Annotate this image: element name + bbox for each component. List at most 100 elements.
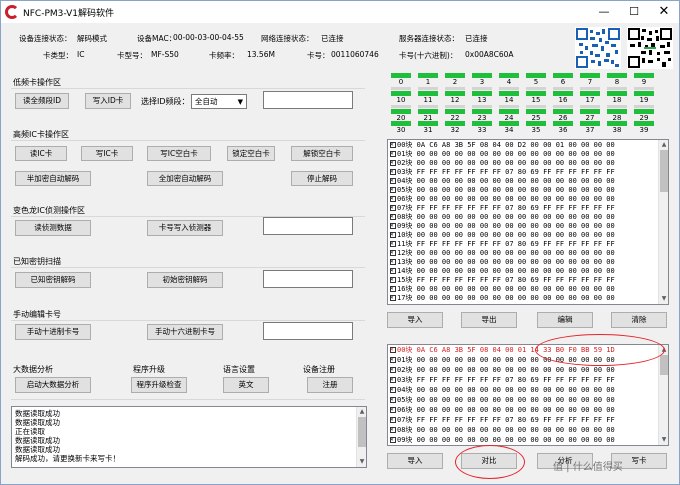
scroll-thumb[interactable] [660, 355, 668, 375]
write-id-card-button[interactable]: 写入ID卡 [85, 93, 131, 109]
block-checkbox[interactable] [390, 140, 396, 150]
known-key-output-field[interactable] [263, 270, 353, 288]
sector-cell[interactable]: 17 [580, 91, 600, 108]
block-checkbox[interactable] [390, 284, 396, 294]
block-checkbox[interactable] [390, 203, 396, 213]
block-row[interactable]: 17块 00 00 00 00 00 00 00 00 00 00 00 00 … [390, 293, 615, 304]
block-checkbox[interactable] [390, 176, 396, 186]
block-row[interactable]: 04块 00 00 00 00 00 00 00 00 00 00 00 00 … [390, 385, 615, 396]
read-ic-card-button[interactable]: 读IC卡 [15, 146, 67, 161]
manual-hex-card-button[interactable]: 手动十六进制卡号 [147, 324, 223, 340]
block-checkbox[interactable] [390, 385, 396, 395]
sector-cell[interactable]: 16 [553, 91, 573, 108]
sector-cell[interactable]: 11 [418, 91, 438, 108]
block-row[interactable]: 07块 FF FF FF FF FF FF FF 07 80 69 FF FF … [390, 415, 615, 426]
full-encrypted-auto-decode-button[interactable]: 全加密自动解码 [147, 171, 223, 186]
sector-cell[interactable]: 32 [445, 121, 465, 135]
scroll-down-icon[interactable]: ▼ [659, 435, 668, 445]
sector-cell[interactable]: 0 [391, 73, 411, 90]
sector-cell[interactable]: 18 [607, 91, 627, 108]
id-freq-select[interactable]: 全自动 ▼ [191, 94, 247, 109]
compare-import-button[interactable]: 导入 [387, 453, 443, 469]
register-button[interactable]: 注册 [307, 377, 353, 393]
sector-cell[interactable]: 9 [634, 73, 654, 90]
read-sniff-data-button[interactable]: 读侦测数据 [15, 220, 91, 236]
sector-cell[interactable]: 35 [526, 121, 546, 135]
block-checkbox[interactable] [390, 435, 396, 445]
block-row[interactable]: 03块 FF FF FF FF FF FF FF 07 80 69 FF FF … [390, 375, 615, 386]
block-checkbox[interactable] [390, 212, 396, 222]
sector-cell[interactable]: 10 [391, 91, 411, 108]
sector-cell[interactable]: 4 [499, 73, 519, 90]
sector-cell[interactable]: 1 [418, 73, 438, 90]
low-freq-output-field[interactable] [263, 91, 353, 109]
sector-cell[interactable]: 37 [580, 121, 600, 135]
block-checkbox[interactable] [390, 230, 396, 240]
sector-cell[interactable]: 39 [634, 121, 654, 135]
sector-cell[interactable]: 38 [607, 121, 627, 135]
sector-cell[interactable]: 13 [472, 91, 492, 108]
initial-key-decode-button[interactable]: 初始密钥解码 [147, 272, 223, 288]
block-checkbox[interactable] [390, 248, 396, 258]
lock-blank-card-button[interactable]: 锁定空白卡 [227, 146, 275, 161]
sector-cell[interactable]: 14 [499, 91, 519, 108]
sector-cell[interactable]: 19 [634, 91, 654, 108]
block-checkbox[interactable] [390, 405, 396, 415]
export-button[interactable]: 导出 [461, 312, 517, 328]
english-language-button[interactable]: 英文 [223, 377, 269, 393]
close-button[interactable]: ✕ [649, 1, 679, 23]
block-checkbox[interactable] [390, 257, 396, 267]
sector-cell[interactable]: 2 [445, 73, 465, 90]
card-data-scrollbar[interactable]: ▲ ▼ [658, 140, 668, 304]
upgrade-check-button[interactable]: 程序升级检查 [131, 377, 187, 393]
start-big-data-analysis-button[interactable]: 启动大数据分析 [15, 377, 91, 393]
block-checkbox[interactable] [390, 355, 396, 365]
chameleon-output-field[interactable] [263, 217, 353, 235]
block-row[interactable]: 02块 00 00 00 00 00 00 00 00 00 00 00 00 … [390, 365, 615, 376]
block-checkbox[interactable] [390, 345, 396, 355]
unlock-blank-card-button[interactable]: 解锁空白卡 [291, 146, 353, 161]
sector-cell[interactable]: 7 [580, 73, 600, 90]
scroll-thumb[interactable] [358, 417, 366, 447]
block-checkbox[interactable] [390, 365, 396, 375]
known-key-decode-button[interactable]: 已知密钥解码 [15, 272, 91, 288]
sector-cell[interactable]: 5 [526, 73, 546, 90]
maximize-button[interactable]: ☐ [619, 1, 649, 23]
edit-button[interactable]: 编辑 [537, 312, 593, 328]
scroll-up-icon[interactable]: ▲ [357, 407, 367, 417]
sector-cell[interactable]: 34 [499, 121, 519, 135]
block-checkbox[interactable] [390, 149, 396, 159]
minimize-button[interactable]: — [589, 1, 619, 23]
sector-cell[interactable]: 3 [472, 73, 492, 90]
sector-cell[interactable]: 31 [418, 121, 438, 135]
block-row[interactable]: 09块 00 00 00 00 00 00 00 00 00 00 00 00 … [390, 435, 615, 445]
sector-cell[interactable]: 30 [391, 121, 411, 135]
semi-encrypted-auto-decode-button[interactable]: 半加密自动解码 [15, 171, 91, 186]
block-checkbox[interactable] [390, 185, 396, 195]
import-button[interactable]: 导入 [387, 312, 443, 328]
sector-cell[interactable]: 8 [607, 73, 627, 90]
block-row[interactable]: 08块 00 00 00 00 00 00 00 00 00 00 00 00 … [390, 425, 615, 436]
scroll-up-icon[interactable]: ▲ [659, 140, 668, 150]
stop-decode-button[interactable]: 停止解码 [291, 171, 353, 186]
sector-cell[interactable]: 6 [553, 73, 573, 90]
manual-decimal-card-button[interactable]: 手动十进制卡号 [15, 324, 91, 340]
block-row[interactable]: 06块 00 00 00 00 00 00 00 00 00 00 00 00 … [390, 405, 615, 416]
write-ic-blank-card-button[interactable]: 写IC空白卡 [147, 146, 211, 161]
block-checkbox[interactable] [390, 415, 396, 425]
write-ic-card-button[interactable]: 写IC卡 [81, 146, 133, 161]
block-checkbox[interactable] [390, 158, 396, 168]
block-checkbox[interactable] [390, 194, 396, 204]
block-checkbox[interactable] [390, 425, 396, 435]
sector-cell[interactable]: 36 [553, 121, 573, 135]
block-checkbox[interactable] [390, 266, 396, 276]
block-checkbox[interactable] [390, 375, 396, 385]
scroll-down-icon[interactable]: ▼ [659, 294, 668, 304]
block-checkbox[interactable] [390, 395, 396, 405]
compare-data-scrollbar[interactable]: ▲ ▼ [658, 345, 668, 445]
scroll-thumb[interactable] [660, 150, 668, 192]
block-checkbox[interactable] [390, 167, 396, 177]
block-checkbox[interactable] [390, 239, 396, 249]
read-full-freq-id-button[interactable]: 读全频段ID [15, 93, 69, 109]
block-checkbox[interactable] [390, 293, 396, 303]
